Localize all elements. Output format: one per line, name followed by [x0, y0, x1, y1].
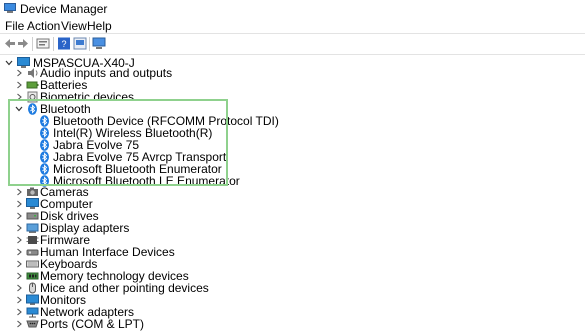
menu-help[interactable]: Help [87, 20, 112, 32]
port-icon [26, 320, 39, 328]
camera-icon [27, 187, 38, 196]
firmware-icon [26, 236, 39, 244]
menu-file[interactable]: File [5, 20, 24, 32]
menu-view[interactable]: View [61, 20, 87, 32]
title-bar: Device Manager [0, 0, 585, 18]
chevron-right-icon[interactable] [15, 224, 23, 232]
chevron-right-icon[interactable] [15, 308, 23, 316]
display-icon [26, 223, 39, 233]
toolbar: ? [0, 33, 585, 55]
keyboard-icon [26, 260, 39, 268]
chevron-right-icon[interactable] [15, 248, 23, 256]
chevron-right-icon[interactable] [15, 200, 23, 208]
forward-icon[interactable] [16, 37, 30, 50]
battery-icon [26, 81, 39, 89]
chevron-right-icon[interactable] [15, 260, 23, 268]
bluetooth-highlight-box [8, 99, 228, 186]
device-tree: MSPASCUA-X40-J Audio inputs and outputs … [0, 54, 585, 331]
properties-icon[interactable] [36, 37, 50, 50]
computer-icon [26, 198, 39, 209]
chevron-right-icon[interactable] [15, 81, 23, 89]
chevron-down-icon[interactable] [5, 59, 13, 67]
chevron-right-icon[interactable] [15, 188, 23, 196]
menu-bar: File Action View Help [0, 19, 585, 33]
mouse-icon [29, 282, 36, 294]
menu-action[interactable]: Action [27, 20, 60, 32]
help-icon[interactable]: ? [57, 37, 71, 50]
chevron-right-icon[interactable] [15, 236, 23, 244]
scan-hardware-icon[interactable] [92, 37, 106, 50]
svg-text:?: ? [61, 39, 66, 49]
toolbar-separator [53, 37, 54, 51]
chevron-right-icon[interactable] [15, 296, 23, 304]
device-manager-icon [4, 3, 16, 13]
back-icon[interactable] [3, 37, 17, 50]
monitor-icon [26, 294, 39, 305]
chevron-right-icon[interactable] [15, 69, 23, 77]
toolbar-separator [89, 37, 90, 51]
tree-item-label: Ports (COM & LPT) [40, 317, 145, 331]
network-icon [26, 307, 39, 318]
disk-icon [26, 212, 39, 220]
chevron-right-icon[interactable] [15, 284, 23, 292]
speaker-icon [28, 68, 38, 78]
window-title: Device Manager [20, 2, 108, 16]
chevron-right-icon[interactable] [15, 272, 23, 280]
chevron-right-icon[interactable] [15, 320, 23, 328]
update-driver-icon[interactable] [73, 37, 87, 50]
chevron-right-icon[interactable] [15, 212, 23, 220]
memory-icon [26, 272, 39, 280]
hid-icon [26, 249, 39, 256]
toolbar-separator [32, 37, 33, 51]
